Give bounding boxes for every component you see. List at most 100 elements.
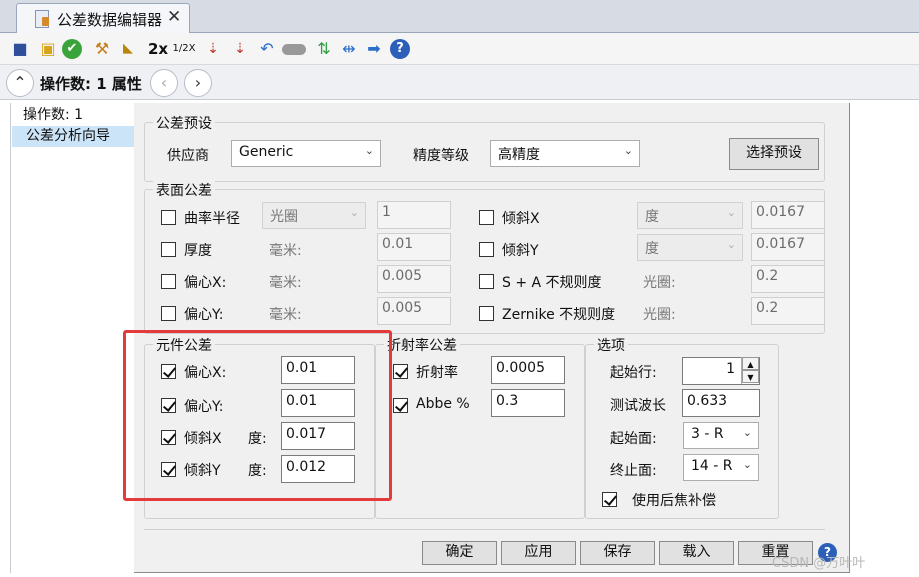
surface-group-label: 表面公差	[153, 180, 215, 200]
select-preset-button[interactable]: 选择预设	[729, 138, 819, 170]
precision-select[interactable]: 高精度 ⌄	[490, 140, 640, 167]
sa-irregularity-value-field[interactable]: 0.2	[751, 265, 825, 293]
undo-icon[interactable]: ↶	[256, 38, 278, 60]
forward-icon[interactable]: ➡	[363, 38, 385, 60]
double-icon[interactable]: 2x	[146, 38, 170, 60]
tilt-y-unit-value: 度	[645, 241, 659, 257]
precision-label: 精度等级	[413, 148, 469, 164]
decenter-x-unit: 毫米:	[269, 275, 302, 291]
surface-tolerance-group: 表面公差 曲率半径 光圈 ⌄ 1 厚度 毫米: 0.01 偏心X: 毫米: 0.…	[144, 180, 825, 334]
decenter-y-unit: 毫米:	[269, 307, 302, 323]
zernike-irregularity-checkbox[interactable]	[479, 306, 494, 321]
index-group-label: 折射率公差	[384, 335, 460, 355]
document-icon	[35, 10, 49, 28]
tilt-x-unit-select[interactable]: 度 ⌄	[637, 202, 743, 229]
half-icon[interactable]: 1/2X	[172, 38, 196, 60]
close-icon[interactable]: ✕	[167, 7, 181, 27]
tilt-x-checkbox[interactable]	[479, 210, 494, 225]
abbe-label: Abbe %	[416, 396, 470, 412]
load-icon[interactable]: ▣	[37, 38, 59, 60]
radius-checkbox[interactable]	[161, 210, 176, 225]
radius-unit-value: 光圈	[270, 209, 298, 225]
options-group-label: 选项	[594, 335, 628, 355]
tilt-y-checkbox[interactable]	[479, 242, 494, 257]
prev-button[interactable]: ‹	[150, 69, 178, 97]
wavelength-label: 测试波长	[610, 398, 666, 414]
tilt-x-value-field[interactable]: 0.0167	[751, 201, 825, 229]
decenter-y-checkbox[interactable]	[161, 306, 176, 321]
start-row-label: 起始行:	[610, 365, 657, 381]
decenter-y-label: 偏心Y:	[184, 307, 224, 323]
collapse-button[interactable]: ⌃	[6, 69, 34, 97]
sa-irregularity-label: S + A 不规则度	[502, 275, 602, 291]
ok-button[interactable]: 确定	[422, 541, 497, 565]
radius-unit-select[interactable]: 光圈 ⌄	[262, 202, 366, 229]
decenter-x-value-field[interactable]: 0.005	[377, 265, 451, 293]
chevron-down-icon: ⌄	[349, 206, 359, 219]
spin-up-icon[interactable]: ▲	[742, 357, 759, 370]
preset-group-label: 公差预设	[153, 113, 215, 133]
toggle-icon[interactable]	[282, 44, 306, 55]
thickness-value-field[interactable]: 0.01	[377, 233, 451, 261]
save-icon[interactable]: ■	[9, 38, 31, 60]
sort-num-icon[interactable]: ⇣	[202, 38, 224, 60]
start-surface-label: 起始面:	[610, 431, 657, 447]
tilt-x-unit-value: 度	[645, 209, 659, 225]
start-row-spinner[interactable]: ▲ ▼	[741, 357, 759, 384]
supplier-value: Generic	[239, 144, 294, 160]
save-button[interactable]: 保存	[580, 541, 655, 565]
end-surface-value: 14 - R	[691, 458, 733, 474]
index-tolerance-group: 折射率公差 折射率 0.0005 Abbe % 0.3	[375, 335, 585, 519]
index-label: 折射率	[416, 365, 458, 381]
apply-button[interactable]: 应用	[501, 541, 576, 565]
sa-irregularity-checkbox[interactable]	[479, 274, 494, 289]
options-group: 选项 起始行: 1 ▲ ▼ 测试波长 0.633 起始面: 3 - R ⌄ 终止…	[585, 335, 779, 519]
ruler-icon[interactable]: ◣	[117, 38, 139, 60]
backfocus-checkbox[interactable]	[602, 492, 617, 507]
swap-icon[interactable]: ⇅	[313, 38, 335, 60]
tab-title: 公差数据编辑器	[57, 11, 163, 29]
preset-group: 公差预设 供应商 Generic ⌄ 精度等级 高精度 ⌄ 选择预设	[144, 113, 825, 182]
check-icon[interactable]: ✔	[62, 39, 82, 59]
load-button[interactable]: 载入	[659, 541, 734, 565]
thickness-label: 厚度	[184, 243, 212, 259]
wavelength-field[interactable]: 0.633	[682, 389, 760, 417]
separator	[144, 529, 825, 530]
sa-irregularity-unit: 光圈:	[643, 275, 676, 291]
shrink-icon[interactable]: ⇹	[338, 38, 360, 60]
decenter-x-checkbox[interactable]	[161, 274, 176, 289]
chevron-down-icon: ⌄	[364, 144, 374, 157]
backfocus-label: 使用后焦补偿	[632, 493, 716, 509]
tilt-y-value-field[interactable]: 0.0167	[751, 233, 825, 261]
thickness-checkbox[interactable]	[161, 242, 176, 257]
start-row-value: 1	[726, 361, 735, 377]
decenter-y-value-field[interactable]: 0.005	[377, 297, 451, 325]
highlight-box	[123, 330, 392, 501]
end-surface-select[interactable]: 14 - R ⌄	[683, 454, 759, 481]
tilt-x-label: 倾斜X	[502, 211, 540, 227]
tilt-y-unit-select[interactable]: 度 ⌄	[637, 234, 743, 261]
sort-alpha-icon[interactable]: ⇣	[229, 38, 251, 60]
abbe-checkbox[interactable]	[393, 398, 408, 413]
radius-value-field[interactable]: 1	[377, 201, 451, 229]
index-checkbox[interactable]	[393, 364, 408, 379]
watermark: CSDN @万叶叶	[772, 556, 866, 571]
index-value-field[interactable]: 0.0005	[491, 356, 565, 384]
spin-down-icon[interactable]: ▼	[742, 370, 759, 383]
start-surface-select[interactable]: 3 - R ⌄	[683, 422, 759, 449]
toolbar: ■ ▣ ✔ ⚒ ◣ 2x 1/2X ⇣ ⇣ ↶ ⇅ ⇹ ➡ ?	[0, 33, 919, 65]
chevron-down-icon: ⌄	[726, 238, 736, 251]
help-icon[interactable]: ?	[390, 39, 410, 59]
supplier-select[interactable]: Generic ⌄	[231, 140, 381, 167]
tab-tolerance-editor[interactable]: 公差数据编辑器 ✕	[16, 3, 190, 33]
zernike-irregularity-value-field[interactable]: 0.2	[751, 297, 825, 325]
precision-value: 高精度	[498, 147, 540, 163]
next-button[interactable]: ›	[184, 69, 212, 97]
zernike-irregularity-label: Zernike 不规则度	[502, 307, 616, 323]
tree-item-tolerance-wizard[interactable]: 公差分析向导	[12, 126, 134, 147]
abbe-value-field[interactable]: 0.3	[491, 389, 565, 417]
wizard-icon[interactable]: ⚒	[91, 38, 113, 60]
chevron-down-icon: ⌄	[742, 458, 752, 471]
tab-strip: 公差数据编辑器 ✕	[0, 0, 919, 33]
start-surface-value: 3 - R	[691, 426, 724, 442]
